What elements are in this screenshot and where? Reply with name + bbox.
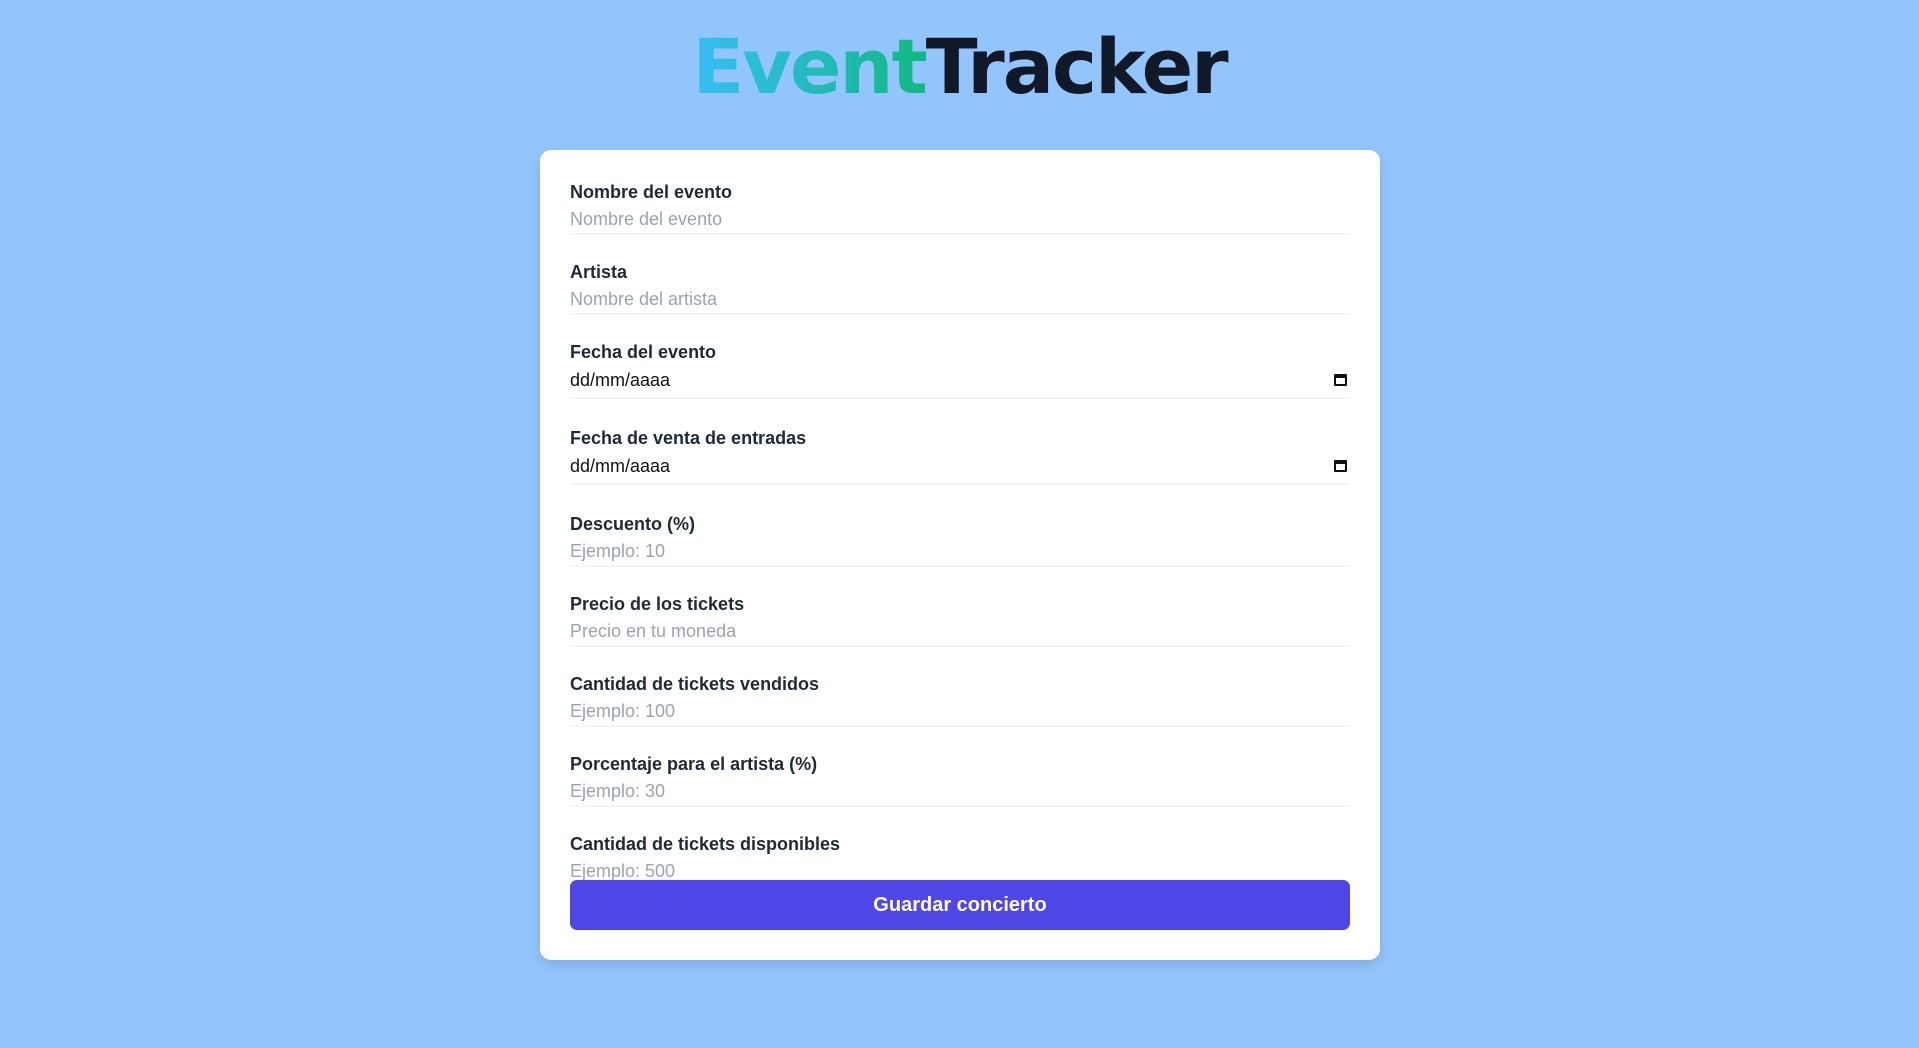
field-event-date: Fecha del evento dd/mm/aaaa <box>570 340 1350 399</box>
artist-percentage-input[interactable]: Ejemplo: 30 <box>570 778 1350 807</box>
tickets-available-label: Cantidad de tickets disponibles <box>570 834 841 854</box>
ticket-price-label: Precio de los tickets <box>570 594 745 614</box>
logo-tracker-text: Tracker <box>925 22 1229 111</box>
field-ticket-price: Precio de los tickets Precio en tu moned… <box>570 592 1350 647</box>
field-discount: Descuento (%) Ejemplo: 10 <box>570 512 1350 567</box>
artist-input[interactable]: Nombre del artista <box>570 286 1350 315</box>
discount-label: Descuento (%) <box>570 514 696 534</box>
event-name-input[interactable]: Nombre del evento <box>570 206 1350 235</box>
ticket-sale-date-input[interactable]: dd/mm/aaaa <box>570 451 1350 485</box>
event-form-card: Nombre del evento Nombre del evento Arti… <box>540 150 1380 960</box>
tickets-sold-label: Cantidad de tickets vendidos <box>570 674 820 694</box>
event-date-label: Fecha del evento <box>570 342 717 362</box>
field-ticket-sale-date: Fecha de venta de entradas dd/mm/aaaa <box>570 426 1350 485</box>
discount-input[interactable]: Ejemplo: 10 <box>570 538 1350 567</box>
save-concert-button[interactable]: Guardar concierto <box>570 880 1350 930</box>
ticket-price-input[interactable]: Precio en tu moneda <box>570 618 1350 647</box>
field-artist-percentage: Porcentaje para el artista (%) Ejemplo: … <box>570 752 1350 807</box>
field-event-name: Nombre del evento Nombre del evento <box>570 180 1350 235</box>
ticket-sale-date-label: Fecha de venta de entradas <box>570 428 807 448</box>
app-logo: EventTracker <box>0 22 1919 112</box>
ticket-sale-date-value: dd/mm/aaaa <box>570 456 671 476</box>
artist-label: Artista <box>570 262 628 282</box>
field-tickets-available: Cantidad de tickets disponibles Ejemplo:… <box>570 832 1350 887</box>
event-date-value: dd/mm/aaaa <box>570 370 671 390</box>
calendar-icon[interactable] <box>1334 374 1347 386</box>
event-name-label: Nombre del evento <box>570 182 733 202</box>
field-artist: Artista Nombre del artista <box>570 260 1350 315</box>
logo-event-text: Event <box>692 22 927 111</box>
field-tickets-sold: Cantidad de tickets vendidos Ejemplo: 10… <box>570 672 1350 727</box>
artist-percentage-label: Porcentaje para el artista (%) <box>570 754 818 774</box>
calendar-icon[interactable] <box>1334 460 1347 472</box>
event-date-input[interactable]: dd/mm/aaaa <box>570 365 1350 399</box>
tickets-sold-input[interactable]: Ejemplo: 100 <box>570 698 1350 727</box>
